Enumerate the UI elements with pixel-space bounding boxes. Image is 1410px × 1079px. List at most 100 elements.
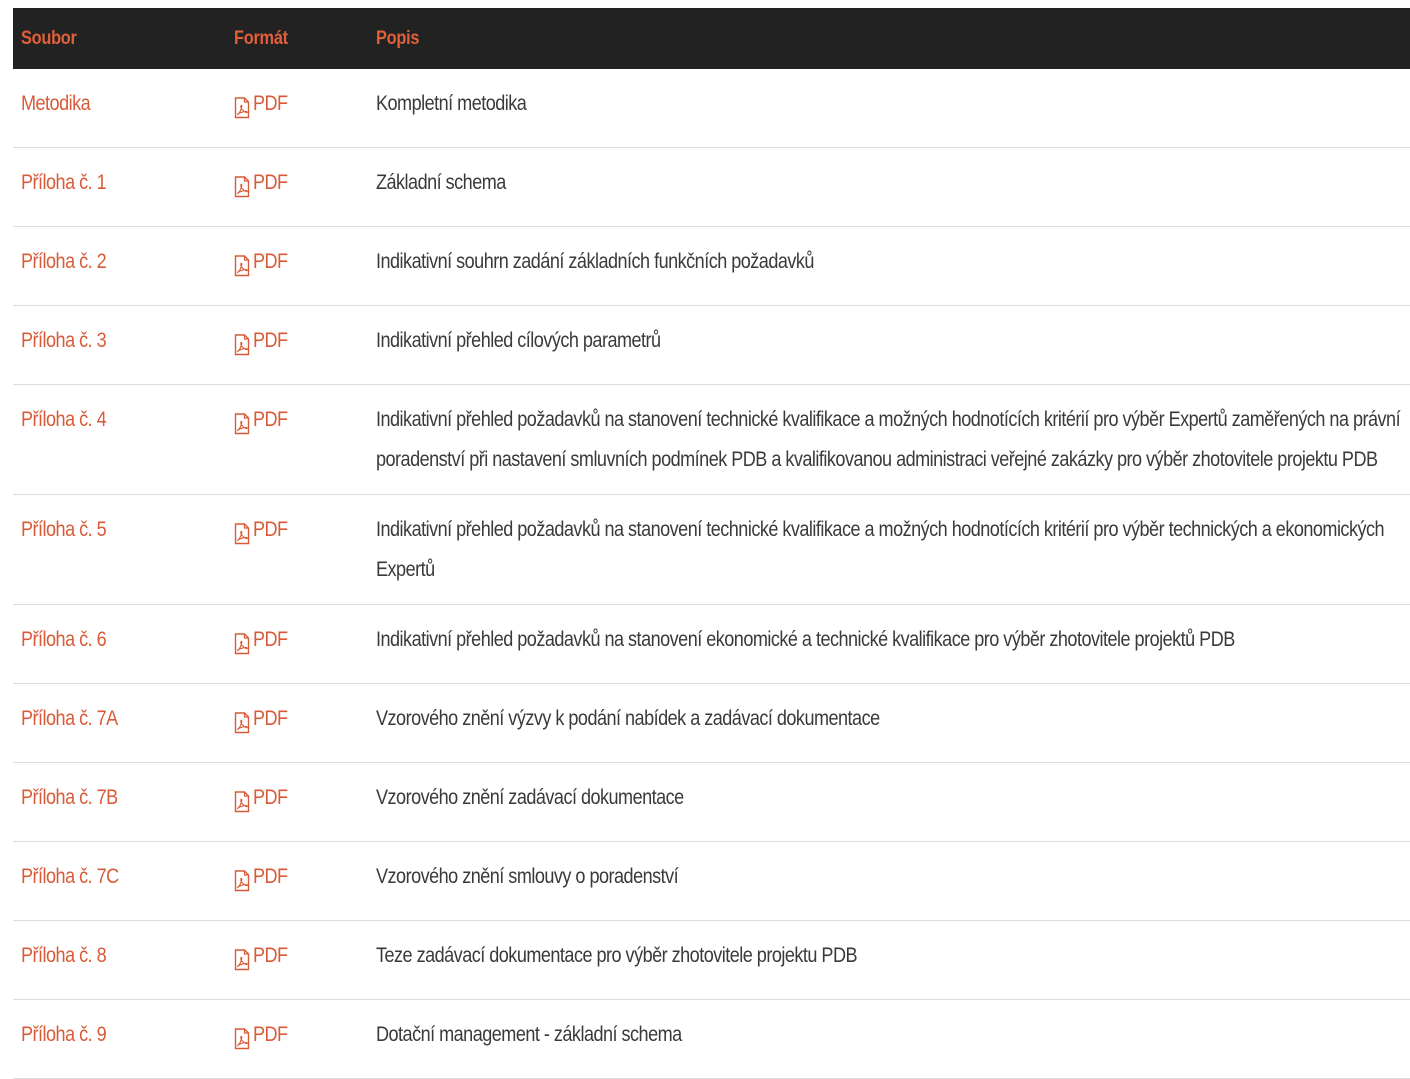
file-cell: Příloha č. 3	[13, 306, 226, 385]
format-label: PDF	[253, 944, 288, 967]
file-cell: Příloha č. 7C	[13, 842, 226, 921]
description-cell: Dotační management - základní schema	[368, 1000, 1410, 1079]
format-label: PDF	[253, 171, 288, 194]
file-cell: Příloha č. 9	[13, 1000, 226, 1079]
file-link[interactable]: Příloha č. 5	[21, 510, 107, 550]
file-link[interactable]: Příloha č. 7B	[21, 778, 118, 818]
file-cell: Příloha č. 2	[13, 227, 226, 306]
description-cell: Indikativní souhrn zadání základních fun…	[368, 227, 1410, 306]
format-cell: PDF	[226, 495, 368, 605]
description-text: Teze zadávací dokumentace pro výběr zhot…	[376, 944, 858, 967]
description-cell: Vzorového znění zadávací dokumentace	[368, 763, 1410, 842]
format-cell: PDF	[226, 385, 368, 495]
file-link[interactable]: Příloha č. 9	[21, 1015, 107, 1055]
description-cell: Indikativní přehled požadavků na stanove…	[368, 605, 1410, 684]
format-cell: PDF	[226, 921, 368, 1000]
description-cell: Indikativní přehled cílových parametrů	[368, 306, 1410, 385]
file-link[interactable]: Metodika	[21, 84, 91, 124]
description-cell: Indikativní přehled požadavků na stanove…	[368, 385, 1410, 495]
description-cell: Kompletní metodika	[368, 69, 1410, 148]
file-cell: Příloha č. 8	[13, 921, 226, 1000]
pdf-file-icon	[234, 708, 250, 734]
format-cell: PDF	[226, 842, 368, 921]
file-link[interactable]: Příloha č. 1	[21, 163, 107, 203]
pdf-download-link[interactable]: PDF	[234, 936, 293, 976]
description-text: Vzorového znění výzvy k podání nabídek a…	[376, 707, 880, 730]
table-row: Příloha č. 7B PDF Vzorového znění zadávací…	[13, 763, 1410, 842]
pdf-file-icon	[234, 330, 250, 356]
file-cell: Příloha č. 1	[13, 148, 226, 227]
pdf-download-link[interactable]: PDF	[234, 510, 293, 550]
format-label: PDF	[253, 329, 288, 352]
pdf-file-icon	[234, 1024, 250, 1050]
file-link[interactable]: Příloha č. 6	[21, 620, 107, 660]
table-row: Příloha č. 1 PDF Základní schema	[13, 148, 1410, 227]
format-cell: PDF	[226, 306, 368, 385]
format-label: PDF	[253, 1023, 288, 1046]
file-cell: Příloha č. 7A	[13, 684, 226, 763]
format-cell: PDF	[226, 148, 368, 227]
description-cell: Základní schema	[368, 148, 1410, 227]
pdf-file-icon	[234, 409, 250, 435]
format-cell: PDF	[226, 605, 368, 684]
file-link[interactable]: Příloha č. 4	[21, 400, 107, 440]
format-label: PDF	[253, 707, 288, 730]
pdf-download-link[interactable]: PDF	[234, 321, 293, 361]
format-cell: PDF	[226, 69, 368, 148]
pdf-download-link[interactable]: PDF	[234, 778, 293, 818]
pdf-download-link[interactable]: PDF	[234, 242, 293, 282]
pdf-download-link[interactable]: PDF	[234, 1015, 293, 1055]
table-row: Příloha č. 8 PDF Teze zadávací dokumentace…	[13, 921, 1410, 1000]
table-row: Příloha č. 5 PDF Indikativní přehled požad…	[13, 495, 1410, 605]
pdf-file-icon	[234, 93, 250, 119]
description-text: Základní schema	[376, 171, 506, 194]
column-header-description: Popis	[376, 27, 420, 49]
table-row: Metodika PDF Kompletní metodika	[13, 69, 1410, 148]
pdf-file-icon	[234, 519, 250, 545]
pdf-download-link[interactable]: PDF	[234, 620, 293, 660]
description-text: Vzorového znění smlouvy o poradenství	[376, 865, 679, 888]
description-text: Dotační management - základní schema	[376, 1023, 682, 1046]
file-cell: Příloha č. 4	[13, 385, 226, 495]
format-cell: PDF	[226, 1000, 368, 1079]
pdf-file-icon	[234, 251, 250, 277]
table-row: Příloha č. 9 PDF Dotační management - zákl…	[13, 1000, 1410, 1079]
description-text: Indikativní přehled požadavků na stanove…	[376, 518, 1385, 581]
file-link[interactable]: Příloha č. 8	[21, 936, 107, 976]
format-label: PDF	[253, 408, 288, 431]
file-link[interactable]: Příloha č. 2	[21, 242, 107, 282]
description-cell: Vzorového znění smlouvy o poradenství	[368, 842, 1410, 921]
file-link[interactable]: Příloha č. 7A	[21, 699, 118, 739]
description-text: Vzorového znění zadávací dokumentace	[376, 786, 684, 809]
pdf-download-link[interactable]: PDF	[234, 163, 293, 203]
description-text: Indikativní souhrn zadání základních fun…	[376, 250, 814, 273]
format-cell: PDF	[226, 684, 368, 763]
file-link[interactable]: Příloha č. 7C	[21, 857, 119, 897]
pdf-download-link[interactable]: PDF	[234, 400, 293, 440]
format-label: PDF	[253, 250, 288, 273]
description-text: Kompletní metodika	[376, 92, 527, 115]
table-row: Příloha č. 3 PDF Indikativní přehled cílov…	[13, 306, 1410, 385]
pdf-file-icon	[234, 629, 250, 655]
description-cell: Teze zadávací dokumentace pro výběr zhot…	[368, 921, 1410, 1000]
pdf-file-icon	[234, 945, 250, 971]
table-row: Příloha č. 2 PDF Indikativní souhrn zadání…	[13, 227, 1410, 306]
pdf-download-link[interactable]: PDF	[234, 857, 293, 897]
table-row: Příloha č. 4 PDF Indikativní přehled požad…	[13, 385, 1410, 495]
pdf-download-link[interactable]: PDF	[234, 84, 293, 124]
column-header-file: Soubor	[21, 27, 77, 49]
file-cell: Metodika	[13, 69, 226, 148]
description-cell: Indikativní přehled požadavků na stanove…	[368, 495, 1410, 605]
description-cell: Vzorového znění výzvy k podání nabídek a…	[368, 684, 1410, 763]
pdf-file-icon	[234, 866, 250, 892]
table-header-row: Soubor Formát Popis	[13, 8, 1410, 69]
table-row: Příloha č. 7A PDF Vzorového znění výzvy k …	[13, 684, 1410, 763]
description-text: Indikativní přehled požadavků na stanove…	[376, 628, 1235, 651]
format-label: PDF	[253, 786, 288, 809]
table-row: Příloha č. 7C PDF Vzorového znění smlouvy …	[13, 842, 1410, 921]
description-text: Indikativní přehled požadavků na stanove…	[376, 408, 1401, 471]
table-header: Soubor Formát Popis	[13, 8, 1410, 69]
pdf-download-link[interactable]: PDF	[234, 699, 293, 739]
description-text: Indikativní přehled cílových parametrů	[376, 329, 661, 352]
file-link[interactable]: Příloha č. 3	[21, 321, 107, 361]
